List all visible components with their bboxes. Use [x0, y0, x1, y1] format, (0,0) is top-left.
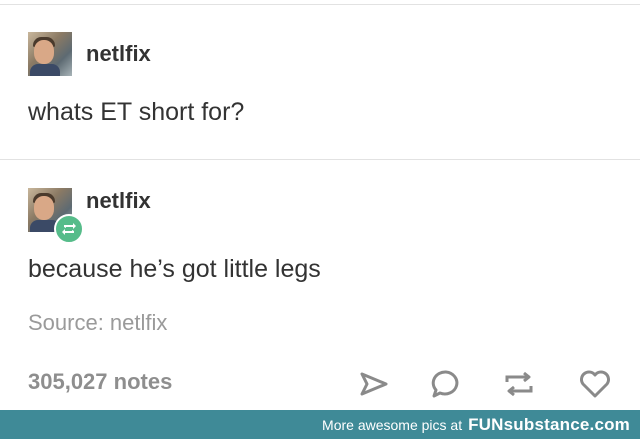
post-text: whats ET short for?: [28, 98, 245, 126]
avatar[interactable]: [28, 32, 72, 76]
post-text: because he’s got little legs: [28, 255, 321, 283]
source-link[interactable]: Source: netlfix: [28, 310, 167, 336]
watermark-brand[interactable]: FUNsubstance.com: [468, 415, 630, 435]
share-icon[interactable]: [356, 366, 392, 402]
watermark-prefix: More awesome pics at: [322, 416, 463, 433]
post-header-reblog: netlfix: [28, 188, 151, 244]
top-divider: [0, 4, 640, 5]
like-icon[interactable]: [577, 366, 613, 402]
notes-count[interactable]: 305,027 notes: [28, 369, 172, 395]
reply-icon[interactable]: [428, 366, 464, 402]
avatar-shirt: [30, 64, 60, 76]
avatar-face: [34, 40, 54, 64]
username[interactable]: netlfix: [86, 41, 151, 67]
post-header-original: netlfix: [28, 32, 151, 76]
username[interactable]: netlfix: [86, 188, 151, 214]
avatar[interactable]: [28, 188, 84, 244]
post-divider: [0, 159, 640, 160]
watermark-footer: More awesome pics at FUNsubstance.com: [0, 410, 640, 439]
avatar-face: [34, 196, 54, 220]
reblog-icon[interactable]: [501, 366, 537, 402]
reblog-badge-icon: [54, 214, 84, 244]
